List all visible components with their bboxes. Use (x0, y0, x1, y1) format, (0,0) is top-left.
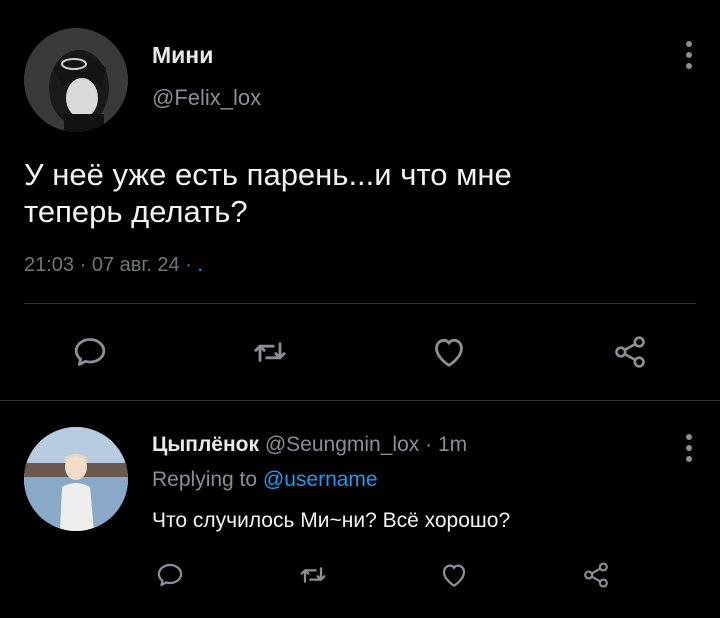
meta-separator: · (79, 254, 87, 276)
reply-like-button[interactable] (436, 557, 472, 593)
tweet-time[interactable]: 21:03 (24, 254, 74, 276)
replying-user-link[interactable]: @username (263, 468, 378, 491)
retweet-icon (300, 567, 326, 583)
reply-text: Что случилось Ми~ни? Всё хорошо? (152, 509, 511, 532)
reply-age: 1m (437, 433, 468, 456)
main-tweet-text-line1: У неё уже есть парень...и что мне (24, 157, 512, 192)
replying-prefix: Replying to (152, 468, 258, 491)
more-vertical-icon[interactable] (684, 41, 694, 69)
comment-bubble-icon (74, 338, 106, 366)
reply-tweet: Цыплёнок @Seungmin_lox · 1m Replying to … (0, 401, 720, 618)
reply-display-name[interactable]: Цыплёнок (152, 433, 259, 456)
share-icon (584, 562, 608, 588)
heart-icon (442, 564, 466, 587)
replying-to: Replying to @username (152, 468, 378, 492)
tweet-meta: 21:03 · 07 авг. 24 · . (24, 254, 203, 277)
heart-icon (435, 338, 463, 367)
reply-reply-button[interactable] (152, 557, 188, 593)
main-tweet: Мини @Felix_lox У неё уже есть парень...… (0, 0, 720, 400)
comment-bubble-icon (157, 563, 183, 587)
meta-trailing: . (197, 254, 203, 276)
main-tweet-text: У неё уже есть парень...и что мне теперь… (24, 156, 684, 230)
meta-separator: · (185, 254, 192, 276)
more-vertical-icon[interactable] (684, 434, 694, 462)
main-tweet-text-line2: теперь делать? (24, 194, 248, 229)
reply-avatar[interactable] (24, 427, 128, 531)
main-avatar-image (24, 28, 128, 132)
reply-header: Цыплёнок @Seungmin_lox · 1m (152, 433, 467, 457)
main-handle[interactable]: @Felix_lox (152, 85, 261, 111)
divider (24, 303, 696, 304)
share-button[interactable] (608, 330, 652, 374)
reply-button[interactable] (68, 330, 112, 374)
reply-handle[interactable]: @Seungmin_lox (265, 433, 419, 456)
share-icon (615, 336, 645, 368)
tweet-date[interactable]: 07 авг. 24 (92, 254, 180, 276)
like-button[interactable] (427, 330, 471, 374)
reply-share-button[interactable] (578, 557, 614, 593)
reply-avatar-image (24, 427, 128, 531)
reply-retweet-button[interactable] (295, 557, 331, 593)
retweet-icon (254, 342, 286, 362)
main-avatar[interactable] (24, 28, 128, 132)
main-display-name[interactable]: Мини (152, 42, 213, 69)
reply-separator: · (425, 433, 433, 456)
retweet-button[interactable] (248, 330, 292, 374)
